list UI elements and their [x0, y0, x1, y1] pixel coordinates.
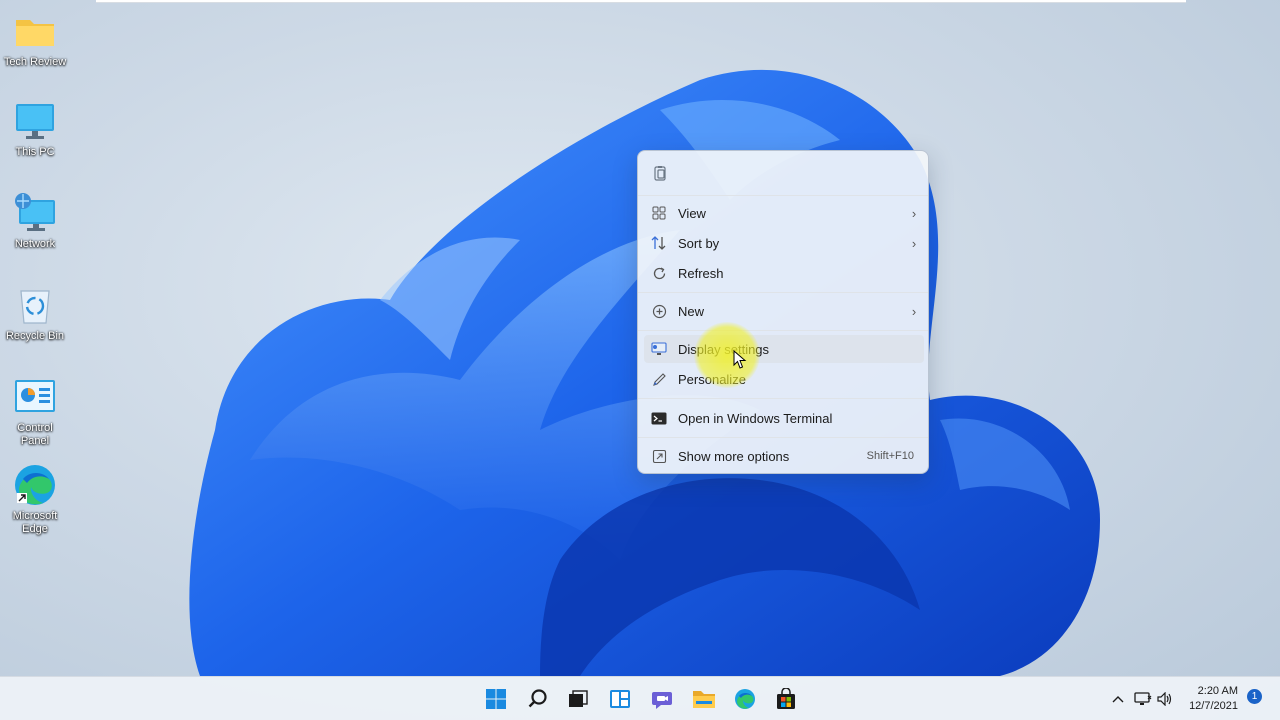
menu-separator	[638, 437, 928, 438]
widgets-button[interactable]	[604, 683, 636, 715]
network-status-icon[interactable]	[1134, 690, 1152, 708]
teams-chat-icon	[652, 692, 672, 709]
taskbar: 2:20 AM 12/7/2021	[0, 676, 1280, 720]
chevron-right-icon: ›	[911, 303, 917, 319]
store-icon	[777, 688, 795, 709]
monitor-icon	[12, 100, 58, 142]
desktop-context-menu: View › Sort by › Refresh New › Display s…	[637, 150, 929, 474]
file-explorer-button[interactable]	[688, 683, 720, 715]
sort-icon	[644, 236, 674, 250]
show-more-icon	[644, 449, 674, 464]
context-menu-quick-actions	[638, 151, 928, 195]
menu-separator	[638, 292, 928, 293]
menu-item-refresh[interactable]: Refresh	[644, 259, 924, 287]
volume-icon[interactable]	[1156, 690, 1174, 708]
desktop-icon-label: Tech Review	[3, 56, 67, 68]
clock-date: 12/7/2021	[1189, 700, 1238, 712]
desktop-icon-network[interactable]: Network	[2, 192, 68, 251]
menu-separator	[638, 195, 928, 196]
search-icon	[528, 689, 547, 708]
paste-icon[interactable]	[650, 163, 670, 183]
menu-item-label: Open in Windows Terminal	[678, 410, 833, 426]
desktop-icon-label: This PC	[15, 146, 55, 158]
clock-time: 2:20 AM	[1197, 685, 1238, 697]
menu-item-label: New	[678, 303, 705, 319]
display-settings-icon	[644, 342, 674, 356]
chevron-right-icon: ›	[911, 205, 917, 221]
recycle-bin-icon	[12, 284, 58, 326]
cursor-highlight	[694, 322, 760, 388]
control-panel-icon	[12, 376, 58, 418]
menu-item-label: Refresh	[678, 265, 724, 281]
notification-badge[interactable]: 1	[1247, 689, 1262, 704]
desktop-icon-label: Recycle Bin	[5, 330, 65, 342]
chevron-up-icon[interactable]	[1109, 690, 1127, 708]
grid-view-icon	[644, 206, 674, 220]
menu-item-personalize[interactable]: Personalize	[644, 365, 924, 393]
menu-item-show-more-options[interactable]: Show more options Shift+F10	[644, 442, 924, 470]
store-button[interactable]	[770, 683, 802, 715]
keyboard-shortcut: Shift+F10	[866, 450, 914, 462]
edge-button[interactable]	[729, 683, 761, 715]
start-button[interactable]	[480, 683, 512, 715]
pen-icon	[644, 372, 674, 387]
task-view-button[interactable]	[562, 683, 594, 715]
widgets-icon	[610, 690, 630, 708]
desktop-icon-label: Control Panel	[17, 422, 53, 447]
terminal-icon	[644, 412, 674, 425]
menu-separator	[638, 330, 928, 331]
menu-item-label: Sort by	[678, 235, 720, 251]
menu-item-view[interactable]: View ›	[644, 199, 924, 227]
desktop-icon-recycle-bin[interactable]: Recycle Bin	[2, 284, 68, 343]
desktop-icon-microsoft-edge[interactable]: Microsoft Edge	[2, 464, 68, 536]
chevron-right-icon: ›	[911, 235, 917, 251]
mouse-pointer-icon	[733, 350, 747, 369]
refresh-icon	[644, 266, 674, 281]
edge-icon	[735, 689, 755, 709]
desktop-icon-this-pc[interactable]: This PC	[2, 100, 68, 159]
search-button[interactable]	[522, 683, 554, 715]
plus-circle-icon	[644, 304, 674, 319]
desktop-icon-label: Microsoft Edge	[12, 510, 58, 535]
desktop-icon-control-panel[interactable]: Control Panel	[2, 376, 68, 448]
clock[interactable]: 2:20 AM 12/7/2021	[1182, 684, 1238, 714]
menu-item-label: View	[678, 205, 706, 221]
edge-icon	[12, 464, 58, 506]
desktop-icon-label: Network	[14, 238, 56, 250]
menu-separator	[638, 398, 928, 399]
network-icon	[12, 192, 58, 234]
file-explorer-icon	[693, 691, 715, 708]
folder-icon	[12, 10, 58, 52]
menu-item-new[interactable]: New ›	[644, 297, 924, 325]
menu-item-sort-by[interactable]: Sort by ›	[644, 229, 924, 257]
start-icon	[486, 689, 506, 709]
menu-item-open-in-windows-terminal[interactable]: Open in Windows Terminal	[644, 404, 924, 432]
task-view-icon	[569, 690, 588, 707]
menu-item-display-settings[interactable]: Display settings	[644, 335, 924, 363]
menu-item-label: Show more options	[678, 448, 790, 464]
teams-chat-button[interactable]	[646, 683, 678, 715]
desktop-icon-tech-review[interactable]: Tech Review	[2, 10, 68, 69]
